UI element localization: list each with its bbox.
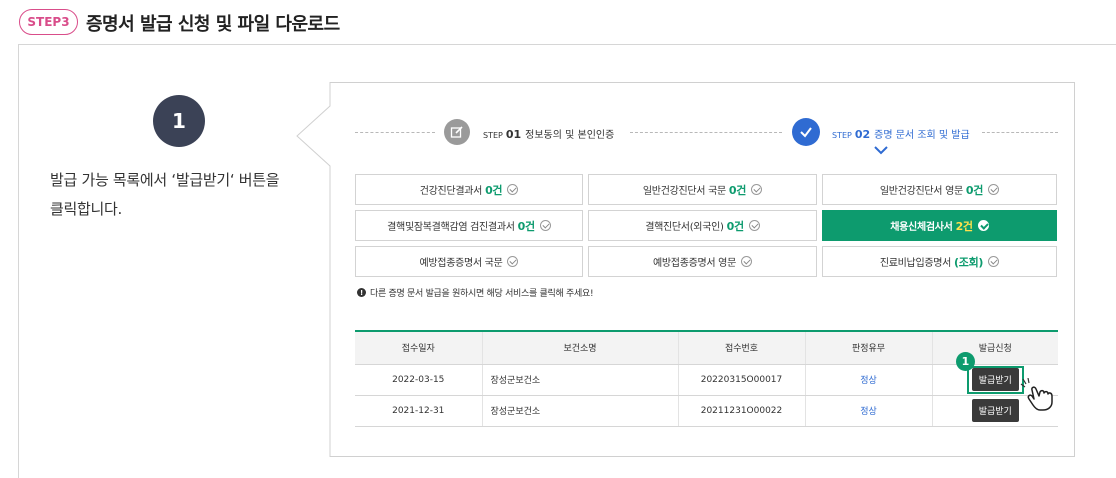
check-circle-icon <box>507 184 519 195</box>
check-circle-icon <box>507 256 519 267</box>
col-header-center: 보건소명 <box>481 330 678 365</box>
cell-center: 장성군보건소 <box>481 364 678 396</box>
col-header-action: 발급신청 <box>931 330 1058 365</box>
cell-result: 정상 <box>804 395 932 427</box>
cell-center: 장성군보건소 <box>481 395 678 427</box>
col-header-date: 접수일자 <box>355 330 482 365</box>
cell-date: 2022-03-15 <box>355 364 482 396</box>
check-circle-icon <box>751 184 763 195</box>
cert-medical-payment[interactable]: 진료비납입증명서 (조회) <box>822 246 1057 277</box>
cert-health-result[interactable]: 건강진단결과서 0건 <box>355 174 583 205</box>
chevron-down-icon <box>874 146 888 155</box>
check-circle-icon <box>748 220 760 231</box>
result-table: 접수일자 보건소명 접수번호 판정유무 발급신청 2022-03-15 장성군보… <box>355 330 1058 427</box>
progress-step-1: STEP 01 정보동의 및 본인인증 <box>483 128 615 141</box>
col-header-receipt: 접수번호 <box>677 330 805 365</box>
step-number-circle: 1 <box>153 95 205 147</box>
progress-line-left <box>355 132 435 133</box>
info-icon: ! <box>357 288 366 297</box>
check-circle-icon <box>740 256 752 267</box>
instruction-text: 발급 가능 목록에서 ‘발급받기‘ 버튼을 클릭합니다. <box>50 166 330 224</box>
check-icon <box>792 118 820 146</box>
cell-receipt: 20211231O00022 <box>677 395 805 427</box>
progress-line-mid <box>630 132 782 133</box>
table-header-row: 접수일자 보건소명 접수번호 판정유무 발급신청 <box>355 330 1058 365</box>
check-circle-icon <box>988 256 1000 267</box>
progress-step-2: STEP 02 증명 문서 조회 및 발급 <box>832 128 970 141</box>
cell-receipt: 20220315O00017 <box>677 364 805 396</box>
instruction-line-2: 클릭합니다. <box>50 200 122 218</box>
cert-tb-foreigner[interactable]: 결핵진단서(외국인) 0건 <box>588 210 817 241</box>
highlight-box <box>967 366 1024 394</box>
edit-icon <box>444 119 470 145</box>
check-circle-icon <box>539 220 551 231</box>
page-title: 증명서 발급 신청 및 파일 다운로드 <box>86 14 340 35</box>
cert-general-en[interactable]: 일반건강진단서 영문 0건 <box>822 174 1057 205</box>
cert-vaccination-en[interactable]: 예방접종증명서 영문 <box>588 246 817 277</box>
cert-employment-exam[interactable]: 채용신체검사서 2건 <box>822 210 1057 241</box>
cert-general-kr[interactable]: 일반건강진단서 국문 0건 <box>588 174 817 205</box>
check-circle-icon <box>977 220 989 231</box>
step-badge: STEP3 <box>19 9 78 35</box>
notice-text: ! 다른 증명 문서 발급을 원하시면 해당 서비스를 클릭해 주세요! <box>357 286 594 299</box>
cell-result: 정상 <box>804 364 932 396</box>
cell-date: 2021-12-31 <box>355 395 482 427</box>
cert-vaccination-kr[interactable]: 예방접종증명서 국문 <box>355 246 583 277</box>
instruction-line-1: 발급 가능 목록에서 ‘발급받기‘ 버튼을 <box>50 171 280 189</box>
check-circle-icon <box>988 184 1000 195</box>
step-marker: 1 <box>956 352 975 371</box>
col-header-result: 판정유무 <box>804 330 932 365</box>
table-row: 2021-12-31 장성군보건소 20211231O00022 정상 발급받기 <box>355 395 1058 427</box>
pointer-hand-icon <box>1020 378 1053 411</box>
progress-line-right <box>982 132 1058 133</box>
table-row: 2022-03-15 장성군보건소 20220315O00017 정상 발급받기 <box>355 364 1058 396</box>
cert-tb-screening[interactable]: 결핵및잠복결핵감염 검진결과서 0건 <box>355 210 583 241</box>
issue-button[interactable]: 발급받기 <box>971 399 1019 422</box>
